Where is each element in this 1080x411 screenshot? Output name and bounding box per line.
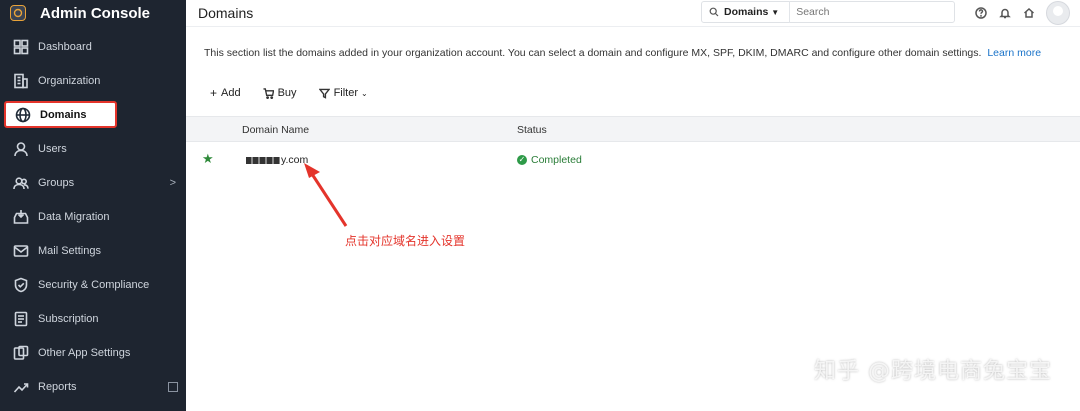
- cart-icon: [263, 87, 274, 99]
- sidebar-item-label: Organization: [38, 75, 101, 87]
- sidebar-item-label: Subscription: [38, 313, 99, 325]
- chevron-right-icon: >: [169, 177, 176, 189]
- globe-icon: [14, 106, 32, 124]
- sidebar-item-domains[interactable]: Domains: [4, 101, 117, 128]
- redacted-mark: [246, 156, 280, 164]
- admin-console-logo-icon: [10, 5, 26, 21]
- sidebar-item-users[interactable]: Users: [0, 132, 186, 166]
- migration-icon: [12, 208, 30, 226]
- buy-button[interactable]: Buy: [263, 87, 297, 99]
- column-status: Status: [517, 124, 547, 136]
- mail-icon: [12, 242, 30, 260]
- filter-button[interactable]: Filter ⌄: [318, 87, 368, 99]
- building-icon: [12, 72, 30, 90]
- domain-toolbar: + Add Buy Filter ⌄: [210, 86, 390, 100]
- filter-icon: [318, 88, 330, 99]
- search-bar[interactable]: Domains ▼: [701, 1, 955, 23]
- check-circle-icon: ✓: [517, 155, 527, 165]
- sidebar-item-label: Groups: [38, 177, 75, 189]
- section-description: This section list the domains added in y…: [204, 47, 1041, 59]
- annotation-arrow: [304, 163, 348, 227]
- search-input[interactable]: [796, 6, 937, 18]
- watermark: 知乎 @跨境电商兔宝宝: [814, 359, 1052, 384]
- status-badge: ✓ Completed: [517, 154, 582, 166]
- avatar[interactable]: [1046, 1, 1070, 25]
- apps-icon: [12, 344, 30, 362]
- dashboard-icon: [12, 38, 30, 56]
- sidebar-item-label: Users: [38, 143, 67, 155]
- group-icon: [12, 174, 30, 192]
- sidebar-item-security-compliance[interactable]: Security & Compliance: [0, 268, 186, 302]
- chart-icon: [12, 378, 30, 396]
- buy-label: Buy: [277, 87, 297, 99]
- sidebar-item-label: Mail Settings: [38, 245, 101, 257]
- sidebar-item-subscription[interactable]: Subscription: [0, 302, 186, 336]
- sidebar-item-label: Data Migration: [38, 211, 110, 223]
- subscription-icon: [12, 310, 30, 328]
- sidebar-item-organization[interactable]: Organization: [0, 64, 186, 98]
- user-icon: [12, 140, 30, 158]
- annotation-text: 点击对应域名进入设置: [345, 234, 466, 248]
- sidebar-item-label: Dashboard: [38, 41, 92, 53]
- sidebar-item-groups[interactable]: Groups >: [0, 166, 186, 200]
- sidebar-item-label: Security & Compliance: [38, 279, 150, 291]
- search-scope-label: Domains: [724, 6, 769, 18]
- top-bar: Domains Domains ▼: [186, 0, 1080, 27]
- table-header: Domain Name Status: [186, 116, 1080, 142]
- app-title: Admin Console: [40, 4, 151, 22]
- primary-star-icon: ★: [202, 151, 214, 166]
- sidebar-item-label: Domains: [40, 108, 87, 121]
- add-label: Add: [221, 87, 241, 99]
- top-icons: [974, 0, 1080, 26]
- status-text: Completed: [531, 154, 582, 166]
- caret-down-icon: ▼: [771, 7, 780, 17]
- page-title: Domains: [198, 5, 254, 21]
- bell-icon[interactable]: [998, 6, 1012, 20]
- chevron-down-icon: ⌄: [361, 88, 368, 98]
- sidebar-item-label: Reports: [38, 381, 77, 393]
- filter-label: Filter: [333, 87, 359, 99]
- sidebar-item-dashboard[interactable]: Dashboard: [0, 30, 186, 64]
- external-link-icon[interactable]: [168, 382, 178, 392]
- sidebar-item-label: Other App Settings: [38, 347, 131, 359]
- sidebar-nav: Dashboard Organization Domains Users Gro…: [0, 30, 186, 404]
- help-icon[interactable]: [974, 6, 988, 20]
- search-scope-dropdown[interactable]: Domains ▼: [724, 1, 791, 23]
- home-icon[interactable]: [1022, 6, 1036, 20]
- search-icon: [709, 7, 719, 17]
- add-button[interactable]: + Add: [210, 86, 241, 100]
- shield-icon: [12, 276, 30, 294]
- sidebar-item-mail-settings[interactable]: Mail Settings: [0, 234, 186, 268]
- sidebar-item-other-app-settings[interactable]: Other App Settings: [0, 336, 186, 370]
- plus-icon: +: [210, 86, 218, 100]
- sidebar-item-data-migration[interactable]: Data Migration: [0, 200, 186, 234]
- description-text: This section list the domains added in y…: [204, 47, 982, 59]
- learn-more-link[interactable]: Learn more: [987, 47, 1041, 59]
- sidebar: Admin Console Dashboard Organization Dom…: [0, 0, 186, 411]
- sidebar-item-reports[interactable]: Reports: [0, 370, 186, 404]
- brand: Admin Console: [0, 0, 186, 26]
- column-domain-name: Domain Name: [242, 124, 310, 136]
